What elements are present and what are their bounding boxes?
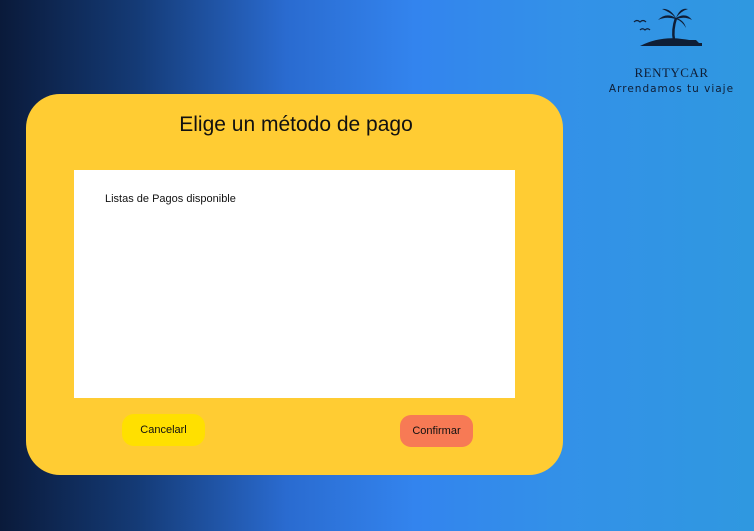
cancel-button[interactable]: Cancelarl [122, 414, 205, 446]
brand-name: RENTYCAR [634, 65, 709, 80]
dialog-title: Elige un método de pago [179, 113, 413, 136]
palm-island-icon [633, 8, 702, 46]
payment-method-dialog: Elige un método de pago Listas de Pagos … [26, 94, 563, 475]
payment-list-panel[interactable]: Listas de Pagos disponible [74, 170, 515, 398]
brand-tagline: Arrendamos tu viaje [608, 83, 735, 95]
confirm-button[interactable]: Confirmar [400, 415, 473, 447]
brand-header: RENTYCAR Arrendamos tu viaje [600, 6, 740, 98]
payment-list-caption: Listas de Pagos disponible [105, 193, 236, 205]
